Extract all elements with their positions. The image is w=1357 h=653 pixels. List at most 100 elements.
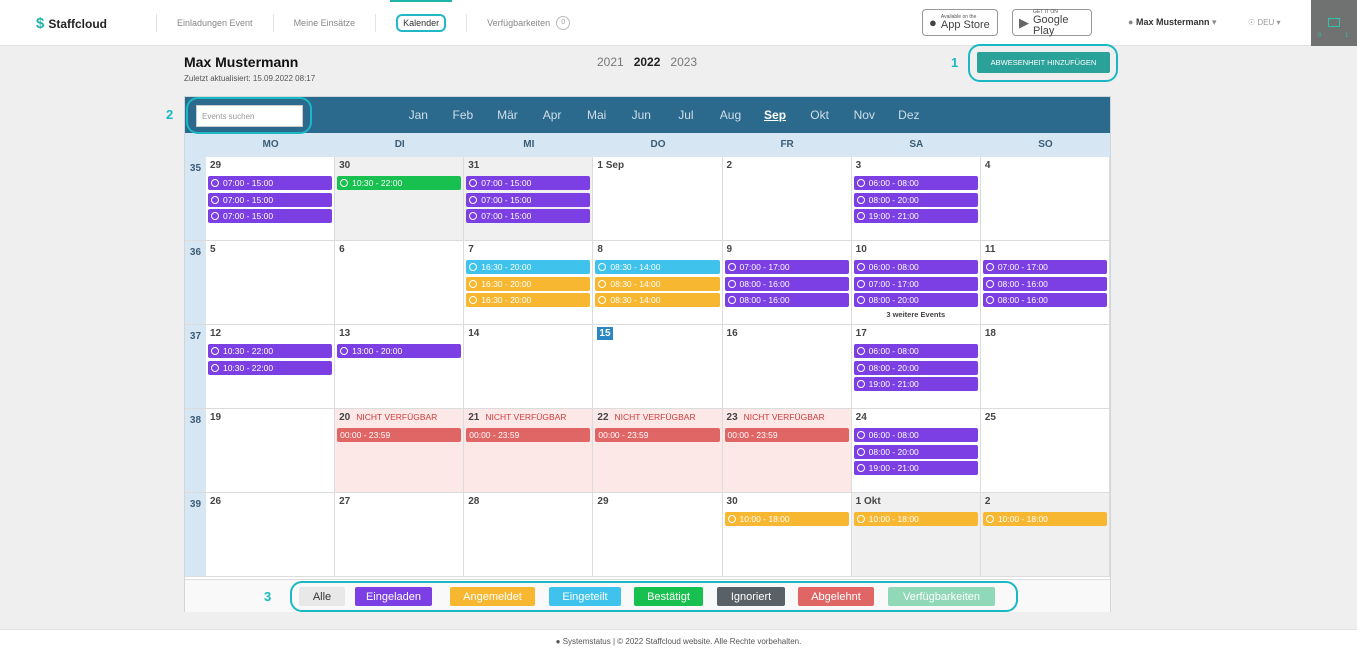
month-tab[interactable]: Dez xyxy=(887,108,932,122)
month-tab[interactable]: Jul xyxy=(664,108,709,122)
day-cell[interactable]: 15 xyxy=(593,325,723,408)
footer-text[interactable]: Systemstatus | © 2022 Staffcloud website… xyxy=(563,637,802,646)
day-cell[interactable]: 17 06:00 - 08:00 08:00 - 20:00 19:00 - 21:0… xyxy=(851,325,981,408)
day-cell[interactable]: 30 10:00 - 18:00 xyxy=(722,493,852,576)
day-cell[interactable]: 22 NICHT VERFÜGBAR 00:00 - 23:59 xyxy=(593,409,786,513)
day-cell[interactable]: 20 NICHT VERFÜGBAR 00:00 - 23:59 xyxy=(335,409,528,513)
day-cell[interactable]: 30 10:30 - 22:00 xyxy=(335,157,465,240)
day-cell[interactable]: 13 13:00 - 20:00 xyxy=(335,325,465,408)
event-chip[interactable]: 10:00 - 18:00 xyxy=(982,512,1107,526)
user-menu[interactable]: ● Max Mustermann ▾ xyxy=(1128,17,1217,28)
month-tab[interactable]: Feb xyxy=(441,108,486,122)
event-chip[interactable]: 07:00 - 15:00 xyxy=(466,192,591,207)
event-chip[interactable]: 08:00 - 16:00 xyxy=(724,276,849,291)
day-cell[interactable]: 16 xyxy=(722,325,852,408)
nav-item-1[interactable]: Meine Einsätze xyxy=(272,14,376,32)
day-cell[interactable]: 21 NICHT VERFÜGBAR 00:00 - 23:59 xyxy=(464,409,657,513)
year-tab[interactable]: 2022 xyxy=(634,55,661,69)
day-cell[interactable]: 27 xyxy=(335,493,465,576)
day-cell[interactable]: 9 07:00 - 17:00 08:00 - 16:00 08:00 - 16:00 xyxy=(722,241,852,324)
app-store-button[interactable]: ● Available on the App Store xyxy=(922,9,998,36)
event-chip[interactable]: 07:00 - 17:00 xyxy=(853,276,978,291)
app-logo[interactable]: $ Staffcloud xyxy=(36,15,107,32)
day-cell[interactable]: 1 Sep xyxy=(593,157,723,240)
event-chip[interactable]: 08:00 - 20:00 xyxy=(853,192,978,207)
event-chip[interactable]: 10:30 - 22:00 xyxy=(207,344,333,358)
event-chip[interactable]: 00:00 - 23:59 xyxy=(724,428,915,513)
month-tab[interactable]: Mai xyxy=(574,108,619,122)
day-cell[interactable]: 18 xyxy=(980,325,1110,408)
event-chip[interactable]: 10:00 - 18:00 xyxy=(853,512,978,526)
event-chip[interactable]: 10:00 - 18:00 xyxy=(724,512,849,526)
year-tab[interactable]: 2023 xyxy=(670,55,697,69)
month-tab[interactable]: Okt xyxy=(797,108,842,122)
year-tab[interactable]: 2021 xyxy=(597,55,624,69)
day-cell[interactable]: 29 07:00 - 15:00 07:00 - 15:00 07:00 - 15:0… xyxy=(205,157,336,240)
event-chip[interactable]: 06:00 - 08:00 xyxy=(853,260,978,274)
day-cell[interactable]: 5 xyxy=(205,241,336,324)
day-cell[interactable]: 29 xyxy=(593,493,723,576)
month-tab[interactable]: Jun xyxy=(619,108,664,122)
event-chip[interactable]: 07:00 - 15:00 xyxy=(207,192,333,207)
event-chip[interactable]: 07:00 - 15:00 xyxy=(466,176,591,190)
day-cell[interactable]: 19 xyxy=(205,409,336,492)
language-select[interactable]: ☉ DEU ▾ xyxy=(1248,18,1281,27)
day-cell[interactable]: 2 10:00 - 18:00 xyxy=(980,493,1110,576)
day-cell[interactable]: 7 16:30 - 20:00 16:30 - 20:00 16:30 - 20:00 xyxy=(464,241,594,324)
event-chip[interactable]: 08:00 - 20:00 xyxy=(853,444,978,459)
month-tab[interactable]: Jan xyxy=(396,108,441,122)
day-cell[interactable]: 28 xyxy=(464,493,594,576)
day-cell[interactable]: 11 07:00 - 17:00 08:00 - 16:00 08:00 - 16:0… xyxy=(980,241,1110,324)
nav-item-0[interactable]: Einladungen Event xyxy=(156,14,273,32)
google-play-button[interactable]: ▶ GET IT ON Google Play xyxy=(1012,9,1092,36)
day-cell[interactable]: 14 xyxy=(464,325,594,408)
event-chip[interactable]: 06:00 - 08:00 xyxy=(853,176,978,190)
day-cell[interactable]: 6 xyxy=(335,241,465,324)
event-chip[interactable]: 08:00 - 16:00 xyxy=(982,276,1107,291)
day-cell[interactable]: 10 06:00 - 08:00 07:00 - 17:00 08:00 - 20:0… xyxy=(851,241,981,324)
event-chip[interactable]: 08:30 - 14:00 xyxy=(595,260,720,274)
day-cell[interactable]: 12 10:30 - 22:00 10:30 - 22:00 xyxy=(205,325,336,408)
day-cell[interactable]: 23 NICHT VERFÜGBAR 00:00 - 23:59 xyxy=(722,409,915,513)
event-chip[interactable]: 08:00 - 20:00 xyxy=(853,293,978,307)
event-chip[interactable]: 08:00 - 20:00 xyxy=(853,360,978,375)
mail-panel[interactable]: 0 1 xyxy=(1311,0,1357,46)
event-chip[interactable]: 08:30 - 14:00 xyxy=(595,276,720,291)
event-chip[interactable]: 07:00 - 17:00 xyxy=(982,260,1107,274)
month-tab[interactable]: Apr xyxy=(530,108,575,122)
month-tab[interactable]: Mär xyxy=(485,108,530,122)
event-chip[interactable]: 07:00 - 17:00 xyxy=(724,260,849,274)
event-chip[interactable]: 13:00 - 20:00 xyxy=(337,344,462,358)
day-cell[interactable]: 24 06:00 - 08:00 08:00 - 20:00 19:00 - 21:0… xyxy=(851,409,981,492)
day-cell[interactable]: 1 Okt 10:00 - 18:00 xyxy=(851,493,981,576)
month-tab[interactable]: Aug xyxy=(708,108,753,122)
nav-item-2[interactable]: Kalender xyxy=(375,0,466,32)
event-chip[interactable]: 06:00 - 08:00 xyxy=(853,428,978,442)
month-tab[interactable]: Nov xyxy=(842,108,887,122)
day-cell[interactable]: 25 xyxy=(980,409,1110,492)
event-chip[interactable]: 16:30 - 20:00 xyxy=(466,260,591,274)
event-chip[interactable]: 08:00 - 16:00 xyxy=(982,293,1107,307)
event-chip[interactable]: 08:30 - 14:00 xyxy=(595,293,720,307)
day-cell[interactable]: 31 07:00 - 15:00 07:00 - 15:00 07:00 - 15:0… xyxy=(464,157,594,240)
event-chip[interactable]: 19:00 - 21:00 xyxy=(853,209,978,223)
event-chip[interactable]: 00:00 - 23:59 xyxy=(337,428,528,513)
event-chip[interactable]: 00:00 - 23:59 xyxy=(595,428,786,513)
day-cell[interactable]: 8 08:30 - 14:00 08:30 - 14:00 08:30 - 14:00 xyxy=(593,241,723,324)
event-chip[interactable]: 07:00 - 15:00 xyxy=(466,209,591,223)
event-chip[interactable]: 16:30 - 20:00 xyxy=(466,276,591,291)
month-tab[interactable]: Sep xyxy=(753,108,798,122)
event-chip[interactable]: 10:30 - 22:00 xyxy=(207,360,333,375)
event-chip[interactable]: 06:00 - 08:00 xyxy=(853,344,978,358)
event-chip[interactable]: 10:30 - 22:00 xyxy=(337,176,462,190)
nav-item-3[interactable]: Verfügbarkeiten 0 xyxy=(466,14,590,32)
event-chip[interactable]: 19:00 - 21:00 xyxy=(853,461,978,475)
event-chip[interactable]: 07:00 - 15:00 xyxy=(207,176,333,190)
event-chip[interactable]: 07:00 - 15:00 xyxy=(207,209,333,223)
day-cell[interactable]: 4 xyxy=(980,157,1110,240)
event-chip[interactable]: 00:00 - 23:59 xyxy=(466,428,657,513)
event-chip[interactable]: 08:00 - 16:00 xyxy=(724,293,849,307)
event-chip[interactable]: 16:30 - 20:00 xyxy=(466,293,591,307)
day-cell[interactable]: 3 06:00 - 08:00 08:00 - 20:00 19:00 - 21:00 xyxy=(851,157,981,240)
day-cell[interactable]: 26 xyxy=(205,493,336,576)
